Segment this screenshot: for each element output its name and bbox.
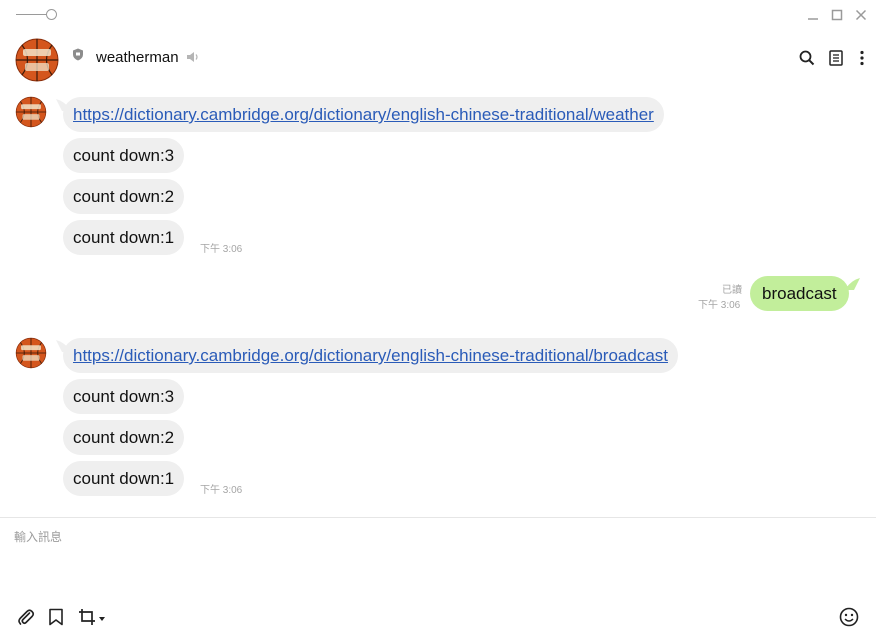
- message-time: 下午 3:06: [200, 485, 243, 496]
- bookmark-icon[interactable]: [48, 606, 64, 628]
- message-bubble[interactable]: count down:2: [63, 179, 185, 214]
- message-input[interactable]: [14, 528, 860, 588]
- emoji-icon[interactable]: [839, 606, 859, 628]
- minimize-icon[interactable]: [804, 6, 822, 24]
- search-icon[interactable]: [797, 48, 817, 68]
- message-bubble[interactable]: count down:1: [63, 461, 185, 496]
- message-bubble[interactable]: count down:3: [63, 138, 185, 173]
- message-time: 下午 3:06: [698, 300, 741, 311]
- title-bar: [0, 0, 876, 30]
- notes-icon[interactable]: [826, 48, 846, 68]
- chat-header: weatherman: [0, 30, 876, 88]
- sender-avatar[interactable]: [14, 95, 48, 129]
- paperclip-icon[interactable]: [16, 606, 36, 628]
- sender-avatar[interactable]: [14, 336, 48, 370]
- message-bubble[interactable]: count down:3: [63, 379, 185, 414]
- speaker-icon[interactable]: [186, 50, 200, 69]
- chat-avatar[interactable]: [13, 36, 61, 84]
- chat-name[interactable]: weatherman: [96, 49, 179, 66]
- bubble-tail: [846, 278, 860, 290]
- composer-toolbar: [0, 600, 876, 636]
- message-time: 下午 3:06: [200, 244, 243, 255]
- close-icon[interactable]: [852, 6, 870, 24]
- message-list[interactable]: https://dictionary.cambridge.org/diction…: [0, 88, 876, 516]
- more-icon[interactable]: [852, 48, 872, 68]
- message-link[interactable]: https://dictionary.cambridge.org/diction…: [63, 338, 678, 373]
- message-bubble[interactable]: count down:1: [63, 220, 185, 255]
- zoom-slider-track[interactable]: [16, 14, 48, 15]
- message-bubble[interactable]: count down:2: [63, 420, 185, 455]
- crop-icon[interactable]: [78, 606, 106, 628]
- zoom-slider-handle[interactable]: [46, 9, 57, 20]
- message-bubble-outgoing[interactable]: broadcast: [750, 276, 849, 311]
- maximize-icon[interactable]: [828, 6, 846, 24]
- message-link[interactable]: https://dictionary.cambridge.org/diction…: [63, 97, 664, 132]
- read-receipt: 已讀: [722, 285, 742, 296]
- shield-icon: [72, 48, 84, 66]
- composer: [0, 518, 876, 598]
